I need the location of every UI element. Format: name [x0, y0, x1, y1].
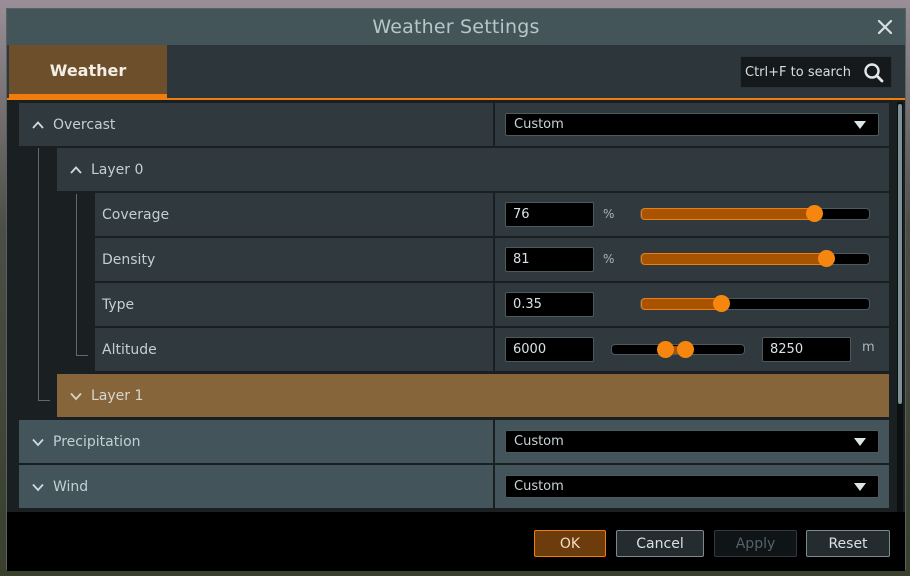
close-icon: [877, 19, 893, 35]
search-input[interactable]: [745, 64, 865, 80]
altitude-unit: m: [862, 340, 875, 355]
apply-button: Apply: [714, 530, 797, 557]
type-controls: [495, 283, 889, 326]
cancel-button[interactable]: Cancel: [616, 530, 704, 557]
dialog-footer: OK Cancel Apply Reset: [7, 512, 905, 571]
dropdown-arrow-icon: [854, 483, 866, 491]
tab-weather-label: Weather: [49, 61, 127, 80]
precipitation-row[interactable]: Precipitation: [19, 420, 493, 463]
type-row: Type: [95, 283, 493, 326]
ok-button[interactable]: OK: [534, 530, 606, 557]
tab-bar: Weather: [7, 45, 905, 100]
coverage-slider-knob[interactable]: [806, 205, 823, 222]
title-bar[interactable]: Weather Settings: [7, 9, 905, 45]
chevron-up-icon: [70, 165, 82, 174]
wind-preset-dropdown[interactable]: Custom: [505, 475, 879, 498]
settings-tree: Overcast Custom Layer 0 Coverage %: [7, 102, 897, 512]
density-slider-fill: [641, 253, 828, 265]
search-box[interactable]: [740, 56, 892, 88]
chevron-down-icon: [32, 483, 44, 491]
dropdown-arrow-icon: [854, 438, 866, 446]
type-label: Type: [102, 296, 135, 313]
weather-settings-dialog: Weather Settings Weather Overcast: [6, 8, 906, 571]
tree-connector-layer0: [76, 194, 88, 356]
altitude-max-knob[interactable]: [677, 341, 694, 358]
altitude-row: Altitude: [95, 328, 493, 371]
density-unit: %: [603, 252, 615, 266]
coverage-slider-fill: [641, 208, 816, 220]
type-input[interactable]: [505, 292, 594, 317]
coverage-slider[interactable]: [640, 205, 870, 222]
wind-preset-value: Custom: [514, 479, 564, 494]
close-button[interactable]: [873, 15, 897, 39]
type-slider-fill: [641, 298, 723, 310]
overcast-row[interactable]: Overcast: [19, 103, 493, 146]
density-slider[interactable]: [640, 250, 870, 267]
type-slider[interactable]: [640, 295, 870, 312]
density-controls: %: [495, 238, 889, 281]
altitude-min-input[interactable]: [505, 337, 594, 362]
chevron-down-icon: [32, 438, 44, 446]
precipitation-label: Precipitation: [53, 433, 141, 450]
tree-connector-overcast: [38, 148, 50, 401]
layer-0-row[interactable]: Layer 0: [57, 148, 889, 191]
precipitation-preset-value: Custom: [514, 434, 564, 449]
tab-weather[interactable]: Weather: [9, 45, 167, 100]
dialog-title: Weather Settings: [372, 16, 540, 38]
coverage-input[interactable]: [505, 202, 594, 227]
precipitation-preset-cell: Custom: [495, 420, 889, 463]
altitude-controls: m: [495, 328, 889, 371]
dropdown-arrow-icon: [854, 121, 866, 129]
coverage-label: Coverage: [102, 206, 170, 223]
coverage-row: Coverage: [95, 193, 493, 236]
wind-label: Wind: [53, 478, 89, 495]
altitude-range-slider[interactable]: [611, 341, 745, 358]
density-slider-knob[interactable]: [818, 250, 835, 267]
wind-row[interactable]: Wind: [19, 465, 493, 508]
reset-button[interactable]: Reset: [806, 530, 890, 557]
overcast-label: Overcast: [53, 116, 116, 133]
altitude-min-knob[interactable]: [657, 341, 674, 358]
layer-1-label: Layer 1: [91, 387, 144, 404]
chevron-up-icon: [32, 120, 44, 129]
overcast-preset-value: Custom: [514, 117, 564, 132]
overcast-preset-cell: Custom: [495, 103, 889, 146]
overcast-preset-dropdown[interactable]: Custom: [505, 113, 879, 136]
coverage-controls: %: [495, 193, 889, 236]
chevron-down-icon: [70, 392, 82, 400]
layer-1-row[interactable]: Layer 1: [57, 374, 889, 417]
density-label: Density: [102, 251, 156, 268]
scrollbar-thumb[interactable]: [898, 104, 902, 404]
altitude-label: Altitude: [102, 341, 157, 358]
altitude-max-input[interactable]: [762, 337, 851, 362]
coverage-unit: %: [603, 207, 615, 221]
precipitation-preset-dropdown[interactable]: Custom: [505, 430, 879, 453]
layer-0-label: Layer 0: [91, 161, 144, 178]
type-slider-knob[interactable]: [713, 295, 730, 312]
density-row: Density: [95, 238, 493, 281]
vertical-scrollbar[interactable]: [897, 102, 903, 512]
wind-preset-cell: Custom: [495, 465, 889, 508]
search-icon[interactable]: [863, 62, 885, 84]
density-input[interactable]: [505, 247, 594, 272]
